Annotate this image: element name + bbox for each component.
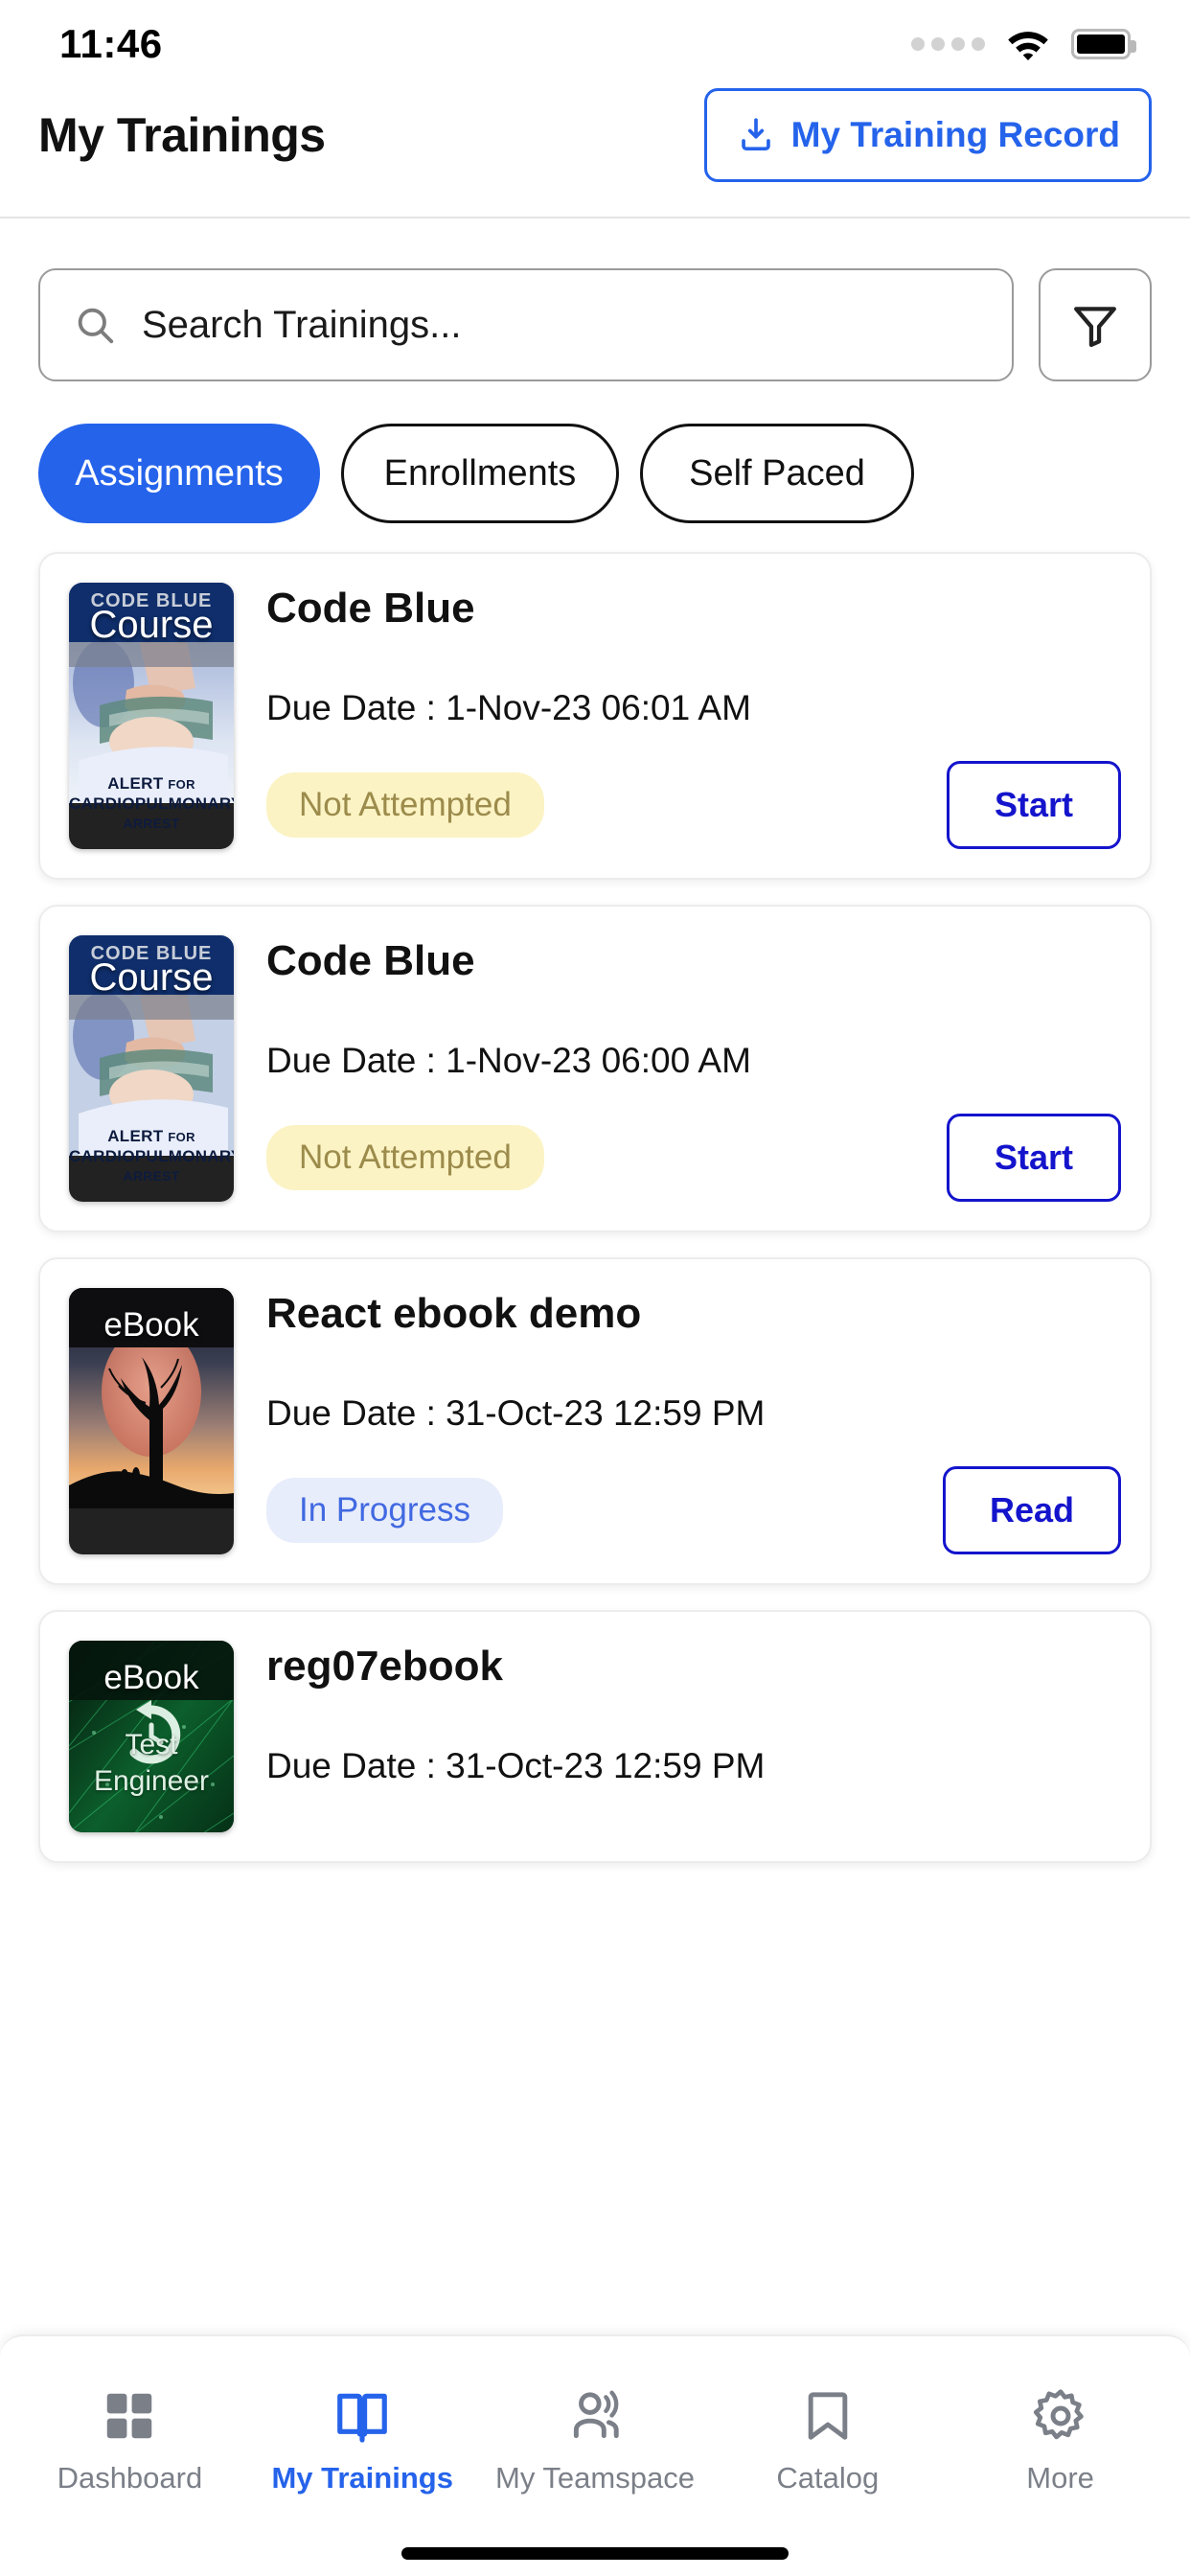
start-button[interactable]: Start [947,761,1121,849]
training-card[interactable]: CODE BLUE Course ALERT FOR CARDIOPULMONAR… [38,905,1152,1232]
download-icon [741,118,770,151]
status-badge: Not Attempted [266,772,544,838]
training-card[interactable]: eBook Test Engineer reg07ebook Due Date :… [38,1610,1152,1863]
training-due-date: Due Date : 31-Oct-23 12:59 PM [266,1393,766,1433]
training-thumbnail: CODE BLUE Course ALERT FOR CARDIOPULMONAR… [69,583,234,849]
thumbnail-kind: Course [89,956,214,999]
tab-self-paced[interactable]: Self Paced [640,424,914,523]
nav-item-more[interactable]: More [944,2386,1177,2496]
nav-label-more: More [1026,2461,1094,2495]
nav-label-dashboard: Dashboard [57,2461,203,2495]
thumbnail-kind: eBook [103,1306,199,1344]
nav-item-my-teamspace[interactable]: My Teamspace [479,2386,712,2496]
status-badge: In Progress [266,1478,503,1543]
book-icon [337,2393,388,2443]
training-list[interactable]: CODE BLUE Course ALERT FOR CARDIOPULMONAR… [0,523,1190,2334]
grid-icon [107,2393,152,2439]
training-body: Code Blue Due Date : 1-Nov-23 06:01 AM N… [266,583,1121,849]
training-title: Code Blue [266,585,475,632]
search-input[interactable]: Search Trainings... [38,268,1014,381]
tab-enrollments[interactable]: Enrollments [341,424,619,523]
thumbnail-kind: Course [89,604,214,646]
my-training-record-label: My Training Record [790,115,1120,154]
training-thumbnail: eBook [69,1288,234,1554]
filter-tabs: Assignments Enrollments Self Paced [0,381,1190,523]
status-badge: Not Attempted [266,1125,544,1190]
status-time: 11:46 [59,21,163,66]
training-footer: In Progress Read [266,1434,1121,1554]
training-card[interactable]: eBook React ebook demo Due Date : 31-Oct… [38,1257,1152,1585]
filter-funnel-icon [1074,307,1116,348]
thumbnail-kind: eBook [103,1659,199,1696]
training-due-date: Due Date : 31-Oct-23 12:59 PM [266,1746,766,1785]
training-footer: Not Attempted Start [266,728,1121,849]
bottom-navigation: Dashboard My Trainings My Teamspace Cata… [0,2334,1190,2576]
nav-item-catalog[interactable]: Catalog [711,2386,944,2496]
training-body: Code Blue Due Date : 1-Nov-23 06:00 AM N… [266,935,1121,1202]
status-bar: 11:46 [0,0,1190,88]
training-thumbnail: eBook Test Engineer [69,1641,234,1832]
wifi-icon [1008,32,1048,60]
search-placeholder: Search Trainings... [142,303,462,346]
training-card[interactable]: CODE BLUE Course ALERT FOR CARDIOPULMONAR… [38,552,1152,880]
training-title: React ebook demo [266,1290,642,1337]
training-title: Code Blue [266,937,475,984]
people-icon [573,2390,619,2439]
page-title: My Trainings [38,108,326,162]
status-indicators [911,28,1136,60]
training-body: React ebook demo Due Date : 31-Oct-23 12… [266,1288,1121,1554]
training-due-date: Due Date : 1-Nov-23 06:01 AM [266,688,751,727]
filter-button[interactable] [1039,268,1152,381]
nav-label-my-teamspace: My Teamspace [495,2461,695,2495]
bookmark-icon [808,2392,848,2440]
bottom-nav-items: Dashboard My Trainings My Teamspace Cata… [0,2336,1190,2530]
nav-item-dashboard[interactable]: Dashboard [13,2386,246,2496]
read-button[interactable]: Read [942,1466,1121,1554]
start-button[interactable]: Start [947,1114,1121,1202]
training-footer: Not Attempted Start [266,1081,1121,1202]
training-body: reg07ebook Due Date : 31-Oct-23 12:59 PM [266,1641,1121,1832]
tab-assignments[interactable]: Assignments [38,424,320,523]
battery-full-icon [1071,29,1136,59]
signal-dots-icon [911,37,985,51]
page-header: My Trainings My Training Record [0,88,1190,218]
nav-item-my-trainings[interactable]: My Trainings [246,2386,479,2496]
nav-label-catalog: Catalog [776,2461,880,2495]
thumbnail-footer: Test Engineer [93,1729,210,1797]
nav-label-my-trainings: My Trainings [271,2461,453,2495]
app-screen: 11:46 My Trainings My Training Record Se… [0,0,1190,2576]
search-icon [78,308,114,344]
search-row: Search Trainings... [0,218,1190,381]
thumbnail-footer: ALERT FOR CARDIOPULMONARY ARREST [69,1126,234,1184]
home-indicator [0,2530,1190,2576]
training-due-date: Due Date : 1-Nov-23 06:00 AM [266,1041,751,1080]
training-title: reg07ebook [266,1643,503,1690]
training-thumbnail: CODE BLUE Course ALERT FOR CARDIOPULMONAR… [69,935,234,1202]
thumbnail-footer: ALERT FOR CARDIOPULMONARY ARREST [69,773,234,832]
gear-icon [1033,2389,1084,2440]
my-training-record-button[interactable]: My Training Record [703,88,1152,182]
